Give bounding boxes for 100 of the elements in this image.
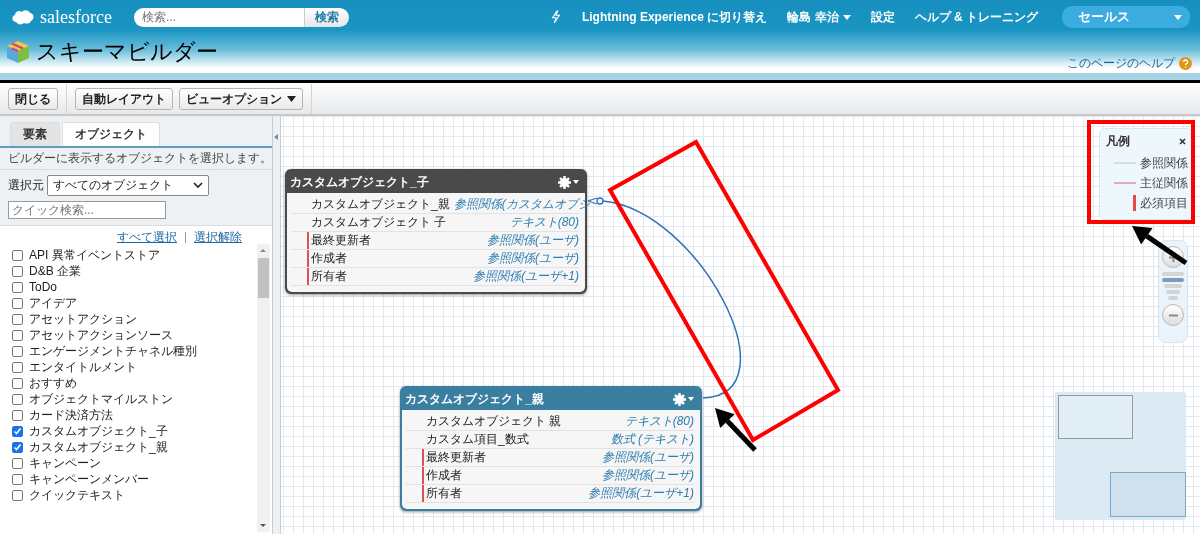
scroll-up-icon[interactable]: [258, 246, 268, 254]
object-list-item[interactable]: オブジェクトマイルストン: [12, 391, 173, 407]
field-type: 数式 (テキスト): [610, 431, 694, 448]
field-name: 作成者: [426, 467, 462, 484]
field-type: 参照関係(ユーザ): [487, 232, 579, 249]
object-card[interactable]: カスタムオブジェクト_親 カスタムオブジェクト 親 テキスト(80) カスタム項目_数式 数式 (テキスト) 最終更新者 参照関係(ユーザ) 作成者 参照関係(ユーザ) 所有者 参照関係(ユーザ+1): [400, 386, 702, 511]
required-bar-icon: [1133, 195, 1136, 211]
checkbox[interactable]: [12, 249, 23, 261]
arrow: [715, 408, 757, 452]
view-options-button[interactable]: ビューオプション: [179, 88, 303, 110]
caret-icon: [1174, 14, 1182, 20]
field-type: テキスト(80): [509, 214, 579, 231]
filter-label: 選択元: [8, 177, 44, 194]
lightning-icon: [549, 9, 562, 25]
checkbox[interactable]: [12, 345, 23, 357]
field-name: 最終更新者: [426, 449, 486, 466]
object-list-item[interactable]: カード決済方法: [12, 407, 113, 423]
header-link[interactable]: ヘルプ & トレーニング: [914, 8, 1038, 26]
field-type: 参照関係(ユーザ): [602, 467, 694, 484]
object-filter-dropdown[interactable]: すべてのオブジェクト: [47, 175, 209, 196]
object-list-item[interactable]: カスタムオブジェクト_子: [12, 423, 168, 439]
object-list-item[interactable]: エンゲージメントチャネル種別: [12, 343, 197, 359]
header-link[interactable]: 設定: [870, 8, 895, 26]
field-type: 参照関係(ユーザ+1): [588, 485, 694, 502]
scrollbar[interactable]: [257, 244, 270, 532]
checkbox[interactable]: [12, 393, 23, 405]
caret-icon: [842, 14, 851, 20]
gear-menu-icon[interactable]: [558, 175, 579, 189]
field-name: カスタムオブジェクト 子: [311, 214, 447, 231]
object-title: カスタムオブジェクト_親: [405, 390, 544, 408]
checkbox[interactable]: [12, 441, 23, 453]
field-name: 作成者: [311, 250, 347, 267]
quick-search-field[interactable]: クイック検索...: [8, 201, 166, 219]
salesforce-logo[interactable]: salesforce: [10, 6, 122, 28]
help-icon[interactable]: [1179, 57, 1192, 70]
checkbox[interactable]: [12, 361, 23, 373]
object-list-item[interactable]: API 異常イベントストア: [12, 247, 160, 263]
cube-icon: [6, 40, 30, 64]
select-all-link[interactable]: すべて選択: [117, 229, 177, 246]
lightning-switch-link[interactable]: Lightning Experience に切り替え: [581, 8, 768, 26]
checkbox[interactable]: [12, 329, 23, 341]
scrollbar-thumb[interactable]: [258, 258, 269, 298]
scroll-down-icon[interactable]: [258, 522, 268, 530]
field-name: カスタム項目_数式: [426, 431, 529, 448]
search-field[interactable]: 検索...: [134, 7, 304, 27]
field-type: テキスト(80): [624, 413, 694, 430]
zoom-control[interactable]: [1158, 240, 1188, 343]
panel-tab[interactable]: オブジェクト: [62, 122, 160, 146]
field-type: 参照関係(ユーザ): [487, 250, 579, 267]
checkbox[interactable]: [12, 281, 23, 293]
object-list-item[interactable]: アイデア: [12, 295, 77, 311]
field-name: 最終更新者: [311, 232, 371, 249]
object-list-item[interactable]: D&B 企業: [12, 263, 81, 279]
field-name: 所有者: [311, 268, 347, 285]
field-type: 参照関係(ユーザ): [602, 449, 694, 466]
field-type: 参照関係(ユーザ+1): [473, 268, 579, 285]
object-list-item[interactable]: アセットアクション: [12, 311, 137, 327]
help-link[interactable]: このページのヘルプ: [1067, 55, 1175, 72]
legend-label: 必須項目: [1140, 194, 1188, 212]
object-title: カスタムオブジェクト_子: [290, 173, 429, 191]
object-list-item[interactable]: カスタムオブジェクト_親: [12, 439, 168, 455]
object-list-item[interactable]: おすすめ: [12, 375, 77, 391]
checkbox[interactable]: [12, 473, 23, 485]
close-icon[interactable]: [1179, 138, 1186, 145]
toolbar-button[interactable]: 閉じる: [8, 88, 58, 110]
field-name: カスタムオブジェクト_親: [311, 196, 450, 213]
master-detail-line-icon: [1114, 180, 1136, 186]
checkbox[interactable]: [12, 457, 23, 469]
chevron-icon: [193, 182, 203, 189]
field-name: 所有者: [426, 485, 462, 502]
field-name: カスタムオブジェクト 親: [426, 413, 562, 430]
legend-title: 凡例: [1106, 133, 1130, 150]
object-list-item[interactable]: ToDo: [12, 279, 57, 295]
checkbox[interactable]: [12, 377, 23, 389]
panel-tab[interactable]: 要素: [10, 122, 60, 146]
checkbox[interactable]: [12, 313, 23, 325]
search-button[interactable]: 検索: [304, 7, 349, 27]
checkbox[interactable]: [12, 409, 23, 421]
arrow: [1132, 226, 1188, 266]
object-list-item[interactable]: キャンペーンメンバー: [12, 471, 149, 487]
object-list-item[interactable]: エンタイトルメント: [12, 359, 137, 375]
legend-label: 参照関係: [1140, 154, 1188, 172]
user-menu[interactable]: 輪島 幸治: [787, 8, 851, 26]
checkbox[interactable]: [12, 265, 23, 277]
checkbox[interactable]: [12, 297, 23, 309]
object-list-item[interactable]: クイックテキスト: [12, 487, 125, 503]
panel-description: ビルダーに表示するオブジェクトを選択します。: [8, 152, 272, 164]
deselect-all-link[interactable]: 選択解除: [194, 229, 242, 246]
object-list-item[interactable]: アセットアクションソース: [12, 327, 173, 343]
lookup-line-icon: [1114, 160, 1136, 166]
checkbox[interactable]: [12, 489, 23, 501]
caret-icon: [287, 96, 296, 102]
checkbox[interactable]: [12, 425, 23, 437]
object-list-item[interactable]: キャンペーン: [12, 455, 101, 471]
legend-label: 主従関係: [1140, 174, 1188, 192]
gear-menu-icon[interactable]: [673, 392, 694, 406]
collapse-arrow-icon[interactable]: [274, 134, 278, 140]
zoom-slider[interactable]: [1162, 272, 1184, 300]
toolbar-button[interactable]: 自動レイアウト: [75, 88, 173, 110]
page-title: スキーマビルダー: [36, 38, 218, 66]
